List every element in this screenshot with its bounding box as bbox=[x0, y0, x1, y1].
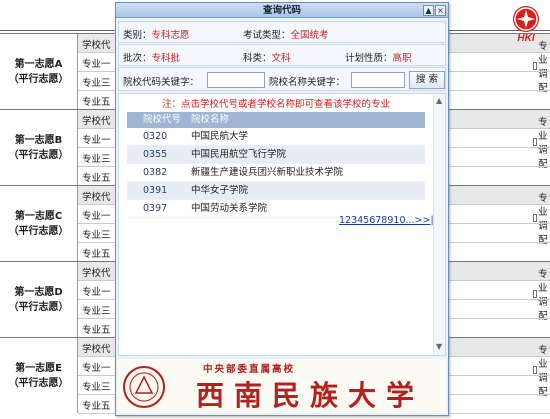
table-body: 0320 中国民航大学 0355 中国民用航空飞行学院 0382 新疆生产建设兵团兴新职业… bbox=[127, 128, 425, 218]
university-seal-icon bbox=[123, 366, 165, 408]
row-label: 专业三 bbox=[82, 230, 111, 241]
header-code: 院校代号 bbox=[143, 114, 182, 125]
row-label: 学校代 bbox=[82, 344, 111, 355]
minimize-button[interactable]: ▲ bbox=[423, 5, 434, 16]
row-label: 专业五 bbox=[82, 173, 111, 184]
category-label: 类别： bbox=[123, 30, 152, 41]
subject-label: 科类： bbox=[243, 53, 272, 64]
info-row-2: 批次：专科批 科类：文科 计划性质：高职 bbox=[118, 44, 446, 66]
group-label: 第一志愿A （平行志愿） bbox=[0, 34, 78, 109]
plan-info: 计划性质：高职 bbox=[345, 50, 412, 64]
dialog-title[interactable]: 查询代码 bbox=[116, 3, 448, 18]
header-name: 院校名称 bbox=[191, 114, 230, 125]
row-label: 学校代 bbox=[82, 268, 111, 279]
group-title: 第一志愿E bbox=[15, 362, 62, 374]
row-label: 专业五 bbox=[82, 97, 111, 108]
scroll-up-icon[interactable]: ▲ bbox=[436, 96, 442, 105]
search-row: 院校代码关键字： 院校名称关键字： 搜 索 bbox=[118, 67, 446, 91]
logo-disc bbox=[513, 6, 539, 32]
scrollbar[interactable]: ▲ ▼ bbox=[433, 94, 445, 355]
school-table: 院校代号 院校名称 0320 中国民航大学 0355 中国民用航空飞行学院 0382 新疆… bbox=[127, 112, 425, 218]
plan-label: 计划性质： bbox=[345, 53, 393, 64]
row-label: 学校代 bbox=[82, 116, 111, 127]
exam-type-label: 考试类型： bbox=[243, 30, 291, 41]
row-label: 专业一 bbox=[82, 135, 111, 146]
exam-type-info: 考试类型：全国统考 bbox=[243, 27, 329, 41]
school-code-link[interactable]: 0320 bbox=[143, 128, 167, 146]
row-label: 专业五 bbox=[82, 325, 111, 336]
group-label: 第一志愿D （平行志愿） bbox=[0, 262, 78, 337]
school-code-link[interactable]: 0397 bbox=[143, 200, 167, 218]
row-label: 专业三 bbox=[82, 306, 111, 317]
row-label: 学校代 bbox=[82, 192, 111, 203]
batch-value: 专科批 bbox=[151, 53, 181, 64]
school-name-link[interactable]: 中华女子学院 bbox=[191, 182, 248, 200]
name-keyword-label: 院校名称关键字： bbox=[269, 77, 346, 88]
query-code-dialog: 查询代码 ▲ × 类别：专科志愿 考试类型：全国统考 批次：专科批 科类：文科 … bbox=[115, 2, 449, 416]
group-subtitle: （平行志愿） bbox=[8, 149, 69, 161]
row-label: 专业五 bbox=[82, 249, 111, 260]
row-label: 学校代 bbox=[82, 40, 111, 51]
school-name-link[interactable]: 新疆生产建设兵团兴新职业技术学院 bbox=[191, 164, 343, 182]
university-banner: 中央部委直属高校 西南民族大学 bbox=[118, 359, 446, 413]
group-subtitle: （平行志愿） bbox=[8, 73, 69, 85]
scroll-down-icon[interactable]: ▼ bbox=[436, 342, 442, 351]
exam-type-value: 全国统考 bbox=[290, 30, 329, 41]
row-label: 专业一 bbox=[82, 287, 111, 298]
school-code-link[interactable]: 0382 bbox=[143, 164, 167, 182]
table-row[interactable]: 0355 中国民用航空飞行学院 bbox=[127, 146, 425, 164]
name-keyword-input[interactable] bbox=[351, 72, 405, 88]
subject-value: 文科 bbox=[271, 53, 291, 64]
school-name-link[interactable]: 中国民航大学 bbox=[191, 128, 248, 146]
group-subtitle: （平行志愿） bbox=[8, 225, 69, 237]
group-title: 第一志愿C bbox=[14, 210, 63, 222]
logo-text: HKI bbox=[517, 33, 535, 44]
batch-info: 批次：专科批 bbox=[123, 50, 180, 64]
group-label: 第一志愿B （平行志愿） bbox=[0, 110, 78, 185]
school-name-link[interactable]: 中国劳动关系学院 bbox=[191, 200, 267, 218]
row-label: 专业一 bbox=[82, 211, 111, 222]
table-row[interactable]: 0382 新疆生产建设兵团兴新职业技术学院 bbox=[127, 164, 425, 182]
school-name-link[interactable]: 中国民用航空飞行学院 bbox=[191, 146, 286, 164]
banner-subtitle: 中央部委直属高校 bbox=[203, 364, 296, 375]
subject-info: 科类：文科 bbox=[243, 50, 291, 64]
category-value: 专科志愿 bbox=[151, 30, 190, 41]
table-header: 院校代号 院校名称 bbox=[127, 112, 425, 128]
group-label: 第一志愿C （平行志愿） bbox=[0, 186, 78, 261]
group-title: 第一志愿A bbox=[14, 58, 63, 70]
row-label: 专业五 bbox=[82, 401, 111, 412]
row-label: 专业三 bbox=[82, 154, 111, 165]
search-button[interactable]: 搜 索 bbox=[409, 71, 445, 89]
row-label: 专业三 bbox=[82, 78, 111, 89]
school-code-link[interactable]: 0355 bbox=[143, 146, 167, 164]
screen: 第一志愿A （平行志愿） 学校代 专业调配 专业一 专业三 专业五 第一志愿B （平行志愿） 学校… bbox=[0, 0, 550, 419]
code-keyword-label: 院校代码关键字： bbox=[123, 77, 200, 88]
row-label: 专业三 bbox=[82, 382, 111, 393]
table-row[interactable]: 0320 中国民航大学 bbox=[127, 128, 425, 146]
info-row-1: 类别：专科志愿 考试类型：全国统考 bbox=[118, 21, 446, 43]
code-keyword-input[interactable] bbox=[207, 72, 265, 88]
group-label: 第一志愿E （平行志愿） bbox=[0, 338, 78, 413]
school-code-link[interactable]: 0391 bbox=[143, 182, 167, 200]
table-row[interactable]: 0391 中华女子学院 bbox=[127, 182, 425, 200]
results-panel: 注：点击学校代号或者学校名称即可查看该学校的专业 院校代号 院校名称 0320 中… bbox=[118, 93, 446, 356]
group-title: 第一志愿D bbox=[14, 286, 63, 298]
row-label: 专业一 bbox=[82, 363, 111, 374]
instruction-note: 注：点击学校代号或者学校名称即可查看该学校的专业 bbox=[161, 99, 390, 110]
batch-label: 批次： bbox=[123, 53, 152, 64]
category-info: 类别：专科志愿 bbox=[123, 27, 190, 41]
banner-title: 西南民族大学 bbox=[196, 379, 425, 412]
hki-logo: HKI bbox=[508, 6, 544, 52]
pagination[interactable]: 12345678910...>>| bbox=[339, 215, 434, 226]
logo-emblem-icon bbox=[514, 7, 538, 31]
plan-value: 高职 bbox=[392, 53, 412, 64]
group-subtitle: （平行志愿） bbox=[8, 377, 69, 389]
group-title: 第一志愿B bbox=[14, 134, 63, 146]
close-button[interactable]: × bbox=[435, 5, 446, 16]
row-label: 专业一 bbox=[82, 59, 111, 70]
group-subtitle: （平行志愿） bbox=[8, 301, 69, 313]
